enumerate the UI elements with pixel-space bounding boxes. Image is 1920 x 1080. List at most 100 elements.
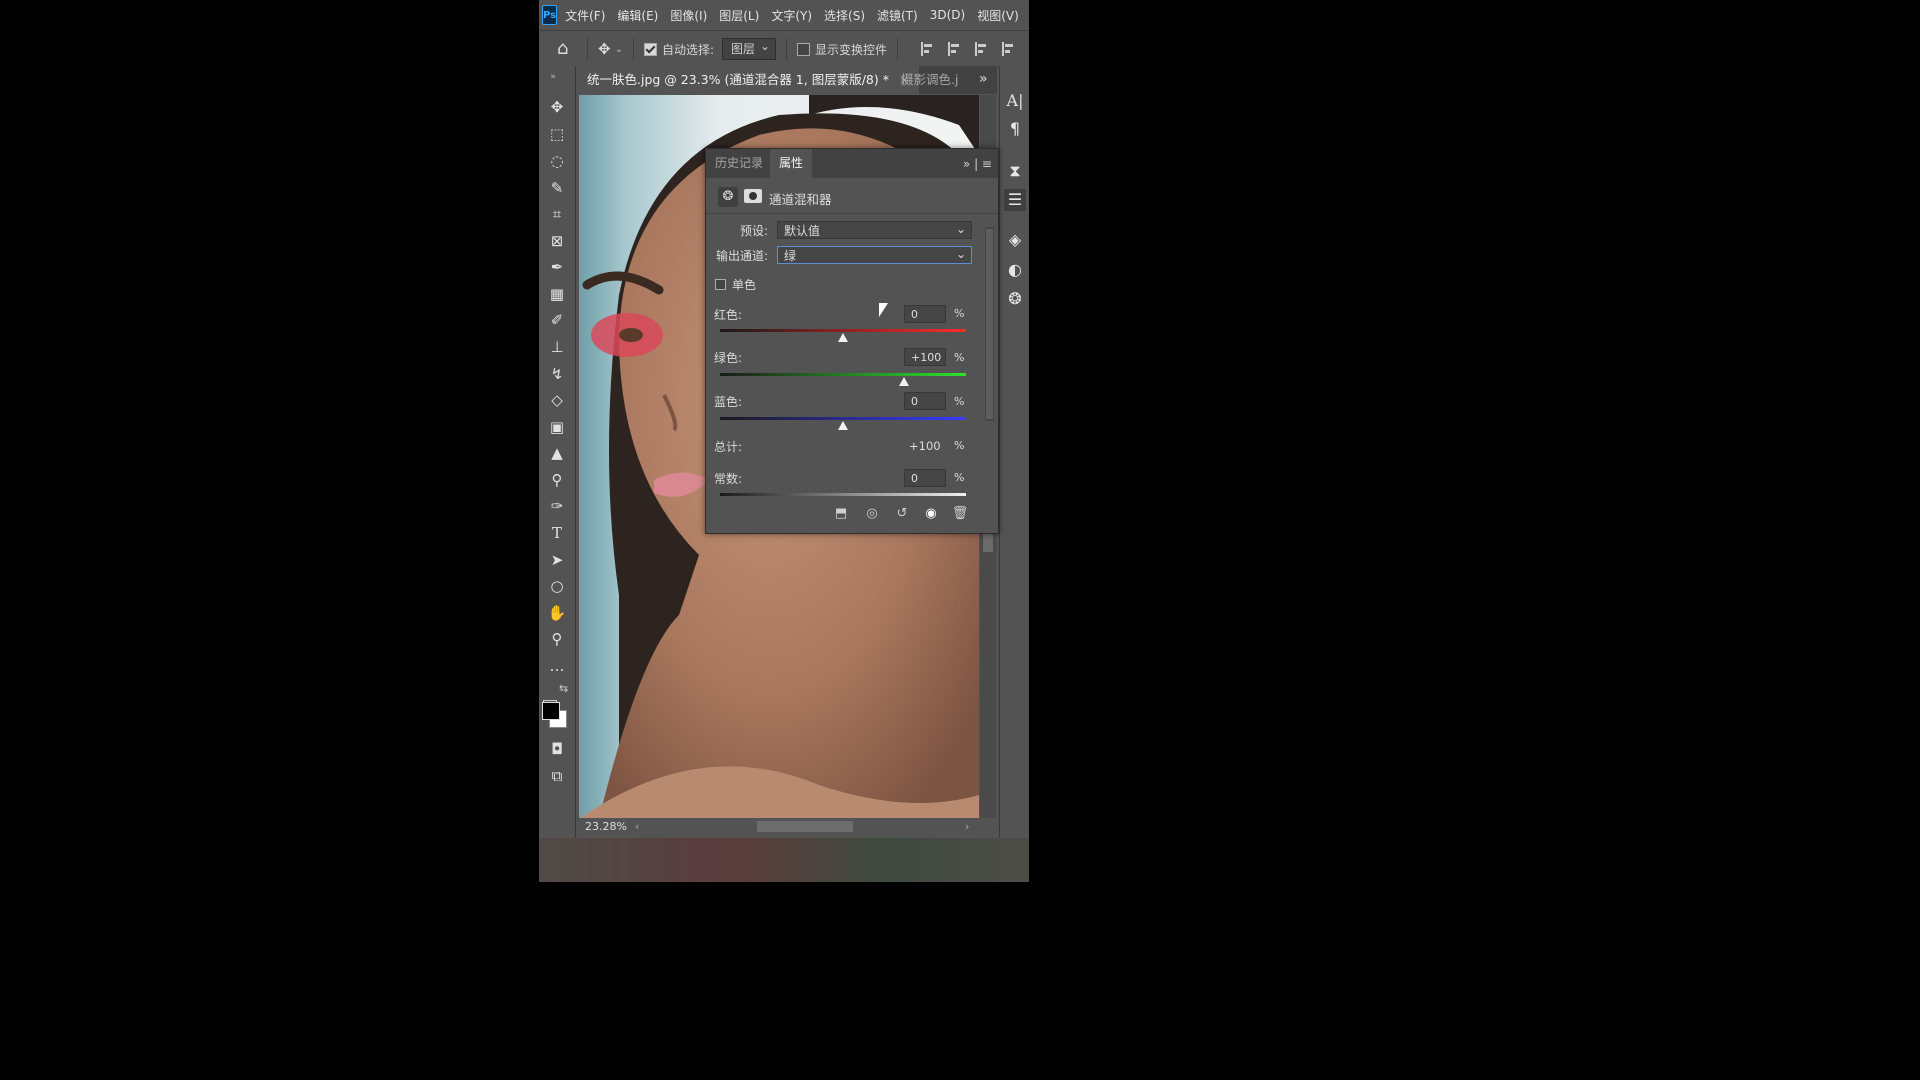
dodge-tool-icon[interactable]: ⚲ [545, 469, 569, 491]
red-input[interactable]: 0 [904, 305, 946, 323]
adjustments-panel-icon[interactable]: ◐ [1004, 259, 1026, 281]
menu-filter[interactable]: 滤镜(T) [877, 7, 918, 24]
divider [587, 38, 588, 60]
document-tab-active[interactable]: 统一肤色.jpg @ 23.3% (通道混合器 1, 图层蒙版/8) * × [577, 66, 920, 94]
foreground-color-swatch[interactable] [542, 702, 560, 720]
scrollbar-thumb[interactable] [986, 229, 993, 419]
green-input[interactable]: +100 [904, 348, 946, 366]
visibility-eye-icon[interactable]: ◉ [922, 506, 940, 522]
marquee-tool-icon[interactable]: ⬚ [545, 123, 569, 145]
menu-bar: Ps 文件(F) 编辑(E) 图像(I) 图层(L) 文字(Y) 选择(S) 滤… [539, 0, 1029, 30]
mask-icon[interactable] [744, 189, 762, 203]
zoom-tool-icon[interactable]: ⚲ [545, 628, 569, 650]
panel-scrollbar[interactable] [985, 227, 994, 421]
panel-title: 通道混和器 [769, 192, 832, 207]
menu-edit[interactable]: 编辑(E) [617, 7, 658, 24]
mouse-cursor-icon [879, 303, 888, 317]
align-center-icon[interactable] [948, 42, 962, 56]
scrollbar-thumb[interactable] [983, 532, 993, 552]
document-tab[interactable]: 摄影调色.j [891, 66, 968, 94]
gradient-tool-icon[interactable]: ▣ [545, 416, 569, 438]
pen-tool-icon[interactable]: ✑ [545, 495, 569, 517]
screen-mode-icon[interactable]: ⧉ [545, 765, 569, 787]
crop-tool-icon[interactable]: ⌗ [545, 203, 569, 225]
constant-input[interactable]: 0 [904, 469, 946, 487]
paragraph-panel-icon[interactable]: ¶ [1004, 118, 1026, 140]
home-icon[interactable]: ⌂ [557, 39, 577, 59]
collapse-icon[interactable]: » [541, 66, 565, 88]
channel-mixer-icon[interactable]: ❂ [718, 187, 738, 207]
constant-slider-track[interactable] [720, 493, 966, 496]
blue-label: 蓝色: [714, 395, 743, 409]
green-slider-track[interactable] [720, 373, 966, 376]
menu-layer[interactable]: 图层(L) [719, 7, 759, 24]
blue-slider-track[interactable] [720, 417, 966, 420]
align-left-icon[interactable] [921, 42, 935, 56]
healing-brush-icon[interactable]: ▦ [545, 283, 569, 305]
quick-mask-icon[interactable]: ◘ [545, 738, 569, 760]
swap-colors-icon[interactable]: ⇆ [559, 682, 568, 695]
green-slider-thumb[interactable] [899, 377, 909, 386]
menu-view[interactable]: 视图(V) [977, 7, 1019, 24]
menu-3d[interactable]: 3D(D) [930, 8, 965, 22]
document-tab-label: 摄影调色.j [901, 72, 959, 87]
menu-select[interactable]: 选择(S) [824, 7, 865, 24]
tab-history[interactable]: 历史记录 [706, 149, 772, 178]
view-previous-state-icon[interactable]: ◎ [863, 506, 881, 522]
video-bottom-strip [539, 838, 1029, 882]
move-tool-icon[interactable]: ✥ [598, 40, 611, 58]
quick-select-icon[interactable]: ✎ [545, 177, 569, 199]
red-slider-thumb[interactable] [838, 333, 848, 342]
eraser-tool-icon[interactable]: ◇ [545, 389, 569, 411]
blur-tool-icon[interactable]: ▲ [545, 442, 569, 464]
history-panel-icon[interactable]: ⧗ [1004, 160, 1026, 182]
menu-file[interactable]: 文件(F) [565, 7, 605, 24]
properties-panel-icon[interactable]: ☰ [1004, 189, 1026, 211]
trash-icon[interactable]: 🗑 [951, 506, 969, 522]
frame-tool-icon[interactable]: ⊠ [545, 230, 569, 252]
output-channel-dropdown[interactable]: 绿 ⌄ [777, 246, 972, 264]
panel-menu-icon[interactable]: » | ≡ [963, 157, 992, 171]
scroll-right-icon[interactable]: › [965, 818, 969, 836]
ellipse-tool-icon[interactable]: ○ [545, 575, 569, 597]
blue-slider-thumb[interactable] [838, 421, 848, 430]
monochrome-checkbox[interactable] [715, 279, 726, 290]
tabs-overflow-icon[interactable]: » [979, 71, 988, 87]
auto-select-checkbox[interactable] [643, 42, 657, 56]
horizontal-scrollbar-thumb[interactable] [757, 821, 853, 832]
scroll-left-icon[interactable]: ‹ [635, 818, 639, 836]
hand-tool-icon[interactable]: ✋ [545, 602, 569, 624]
preset-dropdown[interactable]: 默认值 ⌄ [777, 221, 972, 239]
align-right-icon[interactable] [975, 42, 989, 56]
reset-icon[interactable]: ↺ [893, 506, 911, 522]
eyedropper-icon[interactable]: ✒ [545, 256, 569, 278]
zoom-level[interactable]: 23.28% [585, 818, 627, 836]
red-unit: % [954, 307, 965, 320]
status-bar: 23.28% ‹ › [579, 818, 997, 836]
character-panel-icon[interactable]: A| [1004, 90, 1026, 112]
auto-select-target-dropdown[interactable]: 图层 [722, 36, 777, 60]
show-transform-checkbox[interactable] [797, 42, 811, 56]
history-brush-icon[interactable]: ↯ [545, 363, 569, 385]
move-tool-icon[interactable]: ✥ [545, 96, 569, 118]
menu-type[interactable]: 文字(Y) [771, 7, 812, 24]
brush-tool-icon[interactable]: ✐ [545, 309, 569, 331]
monochrome-label: 单色 [732, 278, 757, 292]
blue-input[interactable]: 0 [904, 392, 946, 410]
green-label: 绿色: [714, 351, 743, 365]
menu-image[interactable]: 图像(I) [670, 7, 707, 24]
photoshop-logo: Ps [542, 5, 558, 25]
tab-properties[interactable]: 属性 [770, 149, 813, 178]
stamp-tool-icon[interactable]: ⊥ [545, 336, 569, 358]
align-top-icon[interactable] [1002, 42, 1016, 56]
chevron-down-icon[interactable]: ⌄ [615, 44, 623, 55]
clip-to-layer-icon[interactable]: ⬒ [832, 506, 850, 522]
path-select-icon[interactable]: ➤ [545, 549, 569, 571]
blue-unit: % [954, 395, 965, 408]
lasso-tool-icon[interactable]: ◌ [545, 150, 569, 172]
type-tool-icon[interactable]: T [545, 522, 569, 544]
layers-panel-icon[interactable]: ◈ [1004, 229, 1026, 251]
channels-panel-icon[interactable]: ❂ [1004, 288, 1026, 310]
red-slider-track[interactable] [720, 329, 966, 332]
more-tools-icon[interactable]: … [545, 655, 569, 677]
